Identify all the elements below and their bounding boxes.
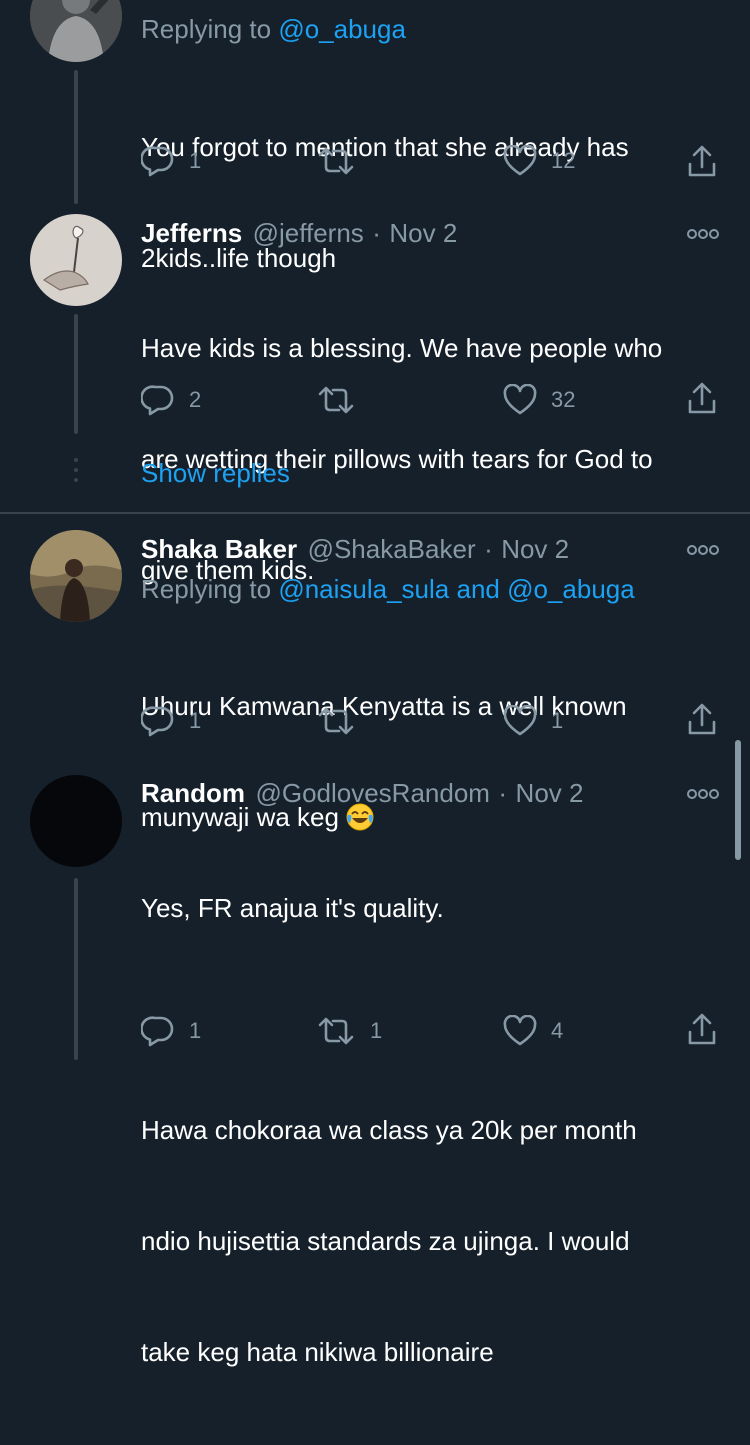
reply-count: 1 (189, 1018, 202, 1043)
more-icon (686, 543, 720, 560)
thread-line (74, 878, 78, 1060)
separator-dot: · (372, 218, 381, 248)
user-handle[interactable]: @ShakaBaker (308, 534, 476, 564)
reply-icon (141, 384, 175, 416)
like-icon (503, 145, 537, 177)
like-count: 32 (551, 387, 576, 412)
share-button[interactable] (686, 145, 718, 179)
more-replies-dots (73, 458, 79, 488)
avatar[interactable] (30, 0, 122, 62)
like-count: 1 (551, 708, 564, 733)
user-handle[interactable]: @GodlovesRandom (255, 778, 490, 808)
like-button[interactable]: 12 (503, 145, 575, 177)
tweet-text: Yes, FR anajua it's quality. Hawa chokor… (141, 816, 637, 1445)
tweet-date[interactable]: Nov 2 (501, 534, 569, 564)
like-icon (503, 1015, 537, 1047)
like-icon (503, 705, 537, 737)
avatar[interactable] (30, 214, 122, 306)
tweet-text-line: Have kids is a blessing. We have people … (141, 333, 663, 363)
reply-button[interactable]: 1 (141, 145, 201, 177)
reply-count: 1 (189, 148, 202, 173)
reply-count: 1 (189, 708, 202, 733)
reply-icon (141, 145, 175, 177)
retweet-button[interactable] (316, 705, 370, 737)
retweet-icon (316, 1015, 356, 1047)
reply-count: 2 (189, 387, 202, 412)
more-icon (686, 227, 720, 244)
tweet-header: Jefferns @jefferns · Nov 2 (141, 218, 457, 249)
tweet-date[interactable]: Nov 2 (516, 778, 584, 808)
avatar[interactable] (30, 530, 122, 622)
display-name[interactable]: Random (141, 778, 245, 808)
replying-to-label: Replying to (141, 574, 279, 604)
tweet-header: Shaka Baker @ShakaBaker · Nov 2 (141, 534, 569, 565)
tweet-date[interactable]: Nov 2 (389, 218, 457, 248)
more-button[interactable] (686, 227, 720, 239)
replying-to: Replying to @o_abuga (141, 14, 406, 45)
like-count: 12 (551, 148, 576, 173)
thread-line (74, 314, 78, 434)
retweet-button[interactable] (316, 384, 370, 416)
replying-to-handle[interactable]: @o_abuga (278, 14, 406, 44)
thread-line (74, 70, 78, 204)
display-name[interactable]: Jefferns (141, 218, 242, 248)
reply-button[interactable]: 2 (141, 384, 201, 416)
tweet-text-line: Yes, FR anajua it's quality. (141, 893, 444, 923)
replying-to-label: Replying to (141, 14, 279, 44)
share-icon (686, 382, 718, 416)
retweet-button[interactable] (316, 145, 370, 177)
share-icon (686, 703, 718, 737)
user-handle[interactable]: @jefferns (253, 218, 364, 248)
like-icon (503, 384, 537, 416)
more-button[interactable] (686, 543, 720, 555)
tweet-text-line: ndio hujisettia standards za ujinga. I w… (141, 1226, 630, 1256)
share-button[interactable] (686, 382, 718, 416)
separator-dot: · (498, 778, 508, 808)
like-button[interactable]: 4 (503, 1015, 563, 1047)
tweet-text-line: Hawa chokoraa wa class ya 20k per month (141, 1115, 637, 1145)
divider (0, 512, 750, 514)
retweet-icon (316, 384, 356, 416)
reply-icon (141, 1015, 175, 1047)
reply-button[interactable]: 1 (141, 705, 201, 737)
reply-button[interactable]: 1 (141, 1015, 201, 1047)
tweet-text-line: take keg hata nikiwa billionaire (141, 1337, 494, 1367)
retweet-count: 1 (370, 1018, 383, 1043)
share-icon (686, 1013, 718, 1047)
separator-dot: · (484, 534, 493, 564)
retweet-icon (316, 705, 356, 737)
more-icon (686, 787, 720, 804)
scrollbar[interactable] (735, 740, 741, 860)
like-button[interactable]: 32 (503, 384, 575, 416)
retweet-button[interactable]: 1 (316, 1015, 382, 1047)
show-replies-link[interactable]: Show replies (141, 458, 290, 489)
share-button[interactable] (686, 1013, 718, 1047)
replying-to: Replying to @naisula_sula and @o_abuga (141, 574, 635, 605)
tweet-header: Random @GodlovesRandom · Nov 2 (141, 778, 583, 809)
share-button[interactable] (686, 703, 718, 737)
avatar[interactable] (30, 775, 122, 867)
retweet-icon (316, 145, 356, 177)
reply-icon (141, 705, 175, 737)
display-name[interactable]: Shaka Baker (141, 534, 297, 564)
share-icon (686, 145, 718, 179)
like-button[interactable]: 1 (503, 705, 563, 737)
replying-to-handle[interactable]: @naisula_sula and @o_abuga (278, 574, 634, 604)
more-button[interactable] (686, 787, 720, 799)
like-count: 4 (551, 1018, 564, 1043)
